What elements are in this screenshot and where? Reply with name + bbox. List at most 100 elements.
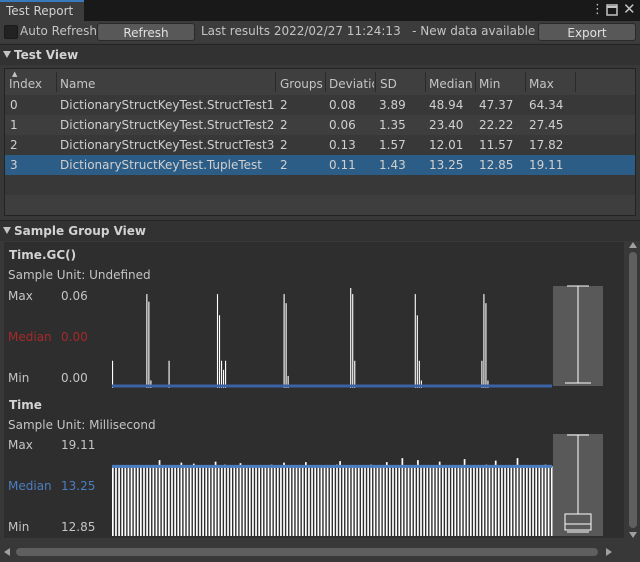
sample-bar xyxy=(168,465,170,536)
export-button[interactable]: Export xyxy=(538,23,636,41)
sample-bar xyxy=(522,466,525,536)
horizontal-scrollbar[interactable] xyxy=(0,545,640,559)
table-cell-index: 0 xyxy=(10,98,18,112)
sample-bar xyxy=(164,466,167,536)
column-header-index[interactable]: Index xyxy=(9,77,53,91)
sample-bar xyxy=(267,466,270,536)
sample-bar xyxy=(494,460,497,536)
sample-bar xyxy=(357,466,360,536)
sample-bar xyxy=(364,466,366,536)
sample-bar xyxy=(333,466,335,536)
table-cell-name: DictionaryStructKeyTest.StructTest2 xyxy=(60,118,275,132)
sample-bar xyxy=(224,464,226,536)
table-cell-index: 2 xyxy=(10,138,18,152)
sample-bar xyxy=(283,294,285,388)
table-row[interactable]: 3 DictionaryStructKeyTest.TupleTest 2 0.11 1… xyxy=(5,155,635,175)
table-cell-groups: 2 xyxy=(280,98,288,112)
vertical-scrollbar[interactable] xyxy=(628,242,638,538)
sample-bar xyxy=(395,465,397,536)
sample-bar xyxy=(481,360,483,388)
sample-bar xyxy=(273,466,276,536)
test-view-header[interactable]: Test View xyxy=(0,44,640,65)
sample-bar xyxy=(283,462,285,536)
empty-row xyxy=(5,195,635,215)
sample-bar xyxy=(216,294,219,388)
foldout-arrow-icon xyxy=(3,227,11,234)
sample-bar xyxy=(317,465,320,536)
table-cell-sd: 1.35 xyxy=(379,118,406,132)
sample-bar xyxy=(463,459,466,536)
column-header-groups[interactable]: Groups xyxy=(280,77,323,91)
max-label: Max xyxy=(8,289,33,303)
auto-refresh-checkbox[interactable] xyxy=(4,25,18,39)
sample-bar xyxy=(149,466,152,536)
table-cell-max: 64.34 xyxy=(529,98,564,112)
max-label: Max xyxy=(8,438,33,452)
sample-bar xyxy=(519,465,522,536)
column-header-deviation[interactable]: Deviatio xyxy=(329,77,374,91)
sample-bar xyxy=(217,466,220,536)
sample-bar xyxy=(174,466,176,536)
tab-test-report[interactable]: Test Report xyxy=(0,0,84,21)
refresh-button[interactable]: Refresh xyxy=(97,23,195,41)
table-cell-max: 27.45 xyxy=(529,118,564,132)
sample-bar xyxy=(547,465,550,536)
table-row[interactable]: 1 DictionaryStructKeyTest.StructTest2 2 0.0… xyxy=(5,115,635,135)
sample-bar xyxy=(276,466,279,536)
column-header-min[interactable]: Min xyxy=(479,77,500,91)
sample-bar xyxy=(448,466,450,536)
sample-bar xyxy=(401,458,404,536)
sample-bar xyxy=(342,466,345,536)
table-cell-groups: 2 xyxy=(280,138,288,152)
sample-bar xyxy=(501,466,503,536)
sample-bar xyxy=(233,465,236,536)
sample-bar xyxy=(146,294,148,388)
sample-bar xyxy=(227,466,229,536)
sample-bar xyxy=(418,360,420,388)
group-title: Time.GC() xyxy=(9,248,77,262)
sample-bar xyxy=(525,466,528,536)
auto-refresh-label: Auto Refresh xyxy=(20,24,97,38)
sample-bar xyxy=(211,465,214,536)
sample-bar xyxy=(529,465,531,536)
column-header-max[interactable]: Max xyxy=(529,77,554,91)
sample-bar xyxy=(466,466,469,536)
column-header-sd[interactable]: SD xyxy=(380,77,397,91)
table-row[interactable]: 0 DictionaryStructKeyTest.StructTest1 2 0.0… xyxy=(5,95,635,115)
sample-bar xyxy=(208,465,211,536)
table-cell-groups: 2 xyxy=(280,158,288,172)
sample-group-view-header[interactable]: Sample Group View xyxy=(0,220,640,241)
min-label: Min xyxy=(8,371,30,385)
maximize-icon[interactable] xyxy=(606,1,618,20)
tab-bar: Test Report ⋮ ✕ xyxy=(0,0,640,21)
column-header-name[interactable]: Name xyxy=(60,77,95,91)
sample-bar xyxy=(350,288,352,388)
sample-bar xyxy=(130,466,133,536)
sample-bar xyxy=(292,466,295,536)
sample-bar xyxy=(507,465,510,536)
column-header-median[interactable]: Median xyxy=(429,77,473,91)
sample-bar xyxy=(252,466,254,536)
sample-bar xyxy=(314,466,317,536)
table-cell-median: 13.25 xyxy=(429,158,464,172)
sample-bar xyxy=(485,464,488,536)
sample-bar xyxy=(441,465,444,536)
table-row[interactable]: 2 DictionaryStructKeyTest.StructTest3 2 0.1… xyxy=(5,135,635,155)
sample-unit: Sample Unit: Millisecond xyxy=(8,418,156,432)
sample-bar xyxy=(121,466,124,536)
sample-bar xyxy=(348,466,351,536)
sample-bar xyxy=(488,466,491,536)
more-options-icon[interactable]: ⋮ xyxy=(591,2,604,17)
sample-bar xyxy=(379,465,382,536)
median-value: 13.25 xyxy=(61,479,96,493)
sample-bar xyxy=(220,360,223,388)
sample-bar xyxy=(186,466,189,536)
sample-bar xyxy=(214,461,217,536)
table-cell-index: 3 xyxy=(10,158,18,172)
sample-bar xyxy=(239,463,242,536)
close-icon[interactable]: ✕ xyxy=(623,0,636,18)
max-value: 19.11 xyxy=(61,438,96,452)
sample-histogram-time xyxy=(112,458,553,536)
sample-bar xyxy=(491,466,494,536)
sample-bar xyxy=(414,294,416,388)
